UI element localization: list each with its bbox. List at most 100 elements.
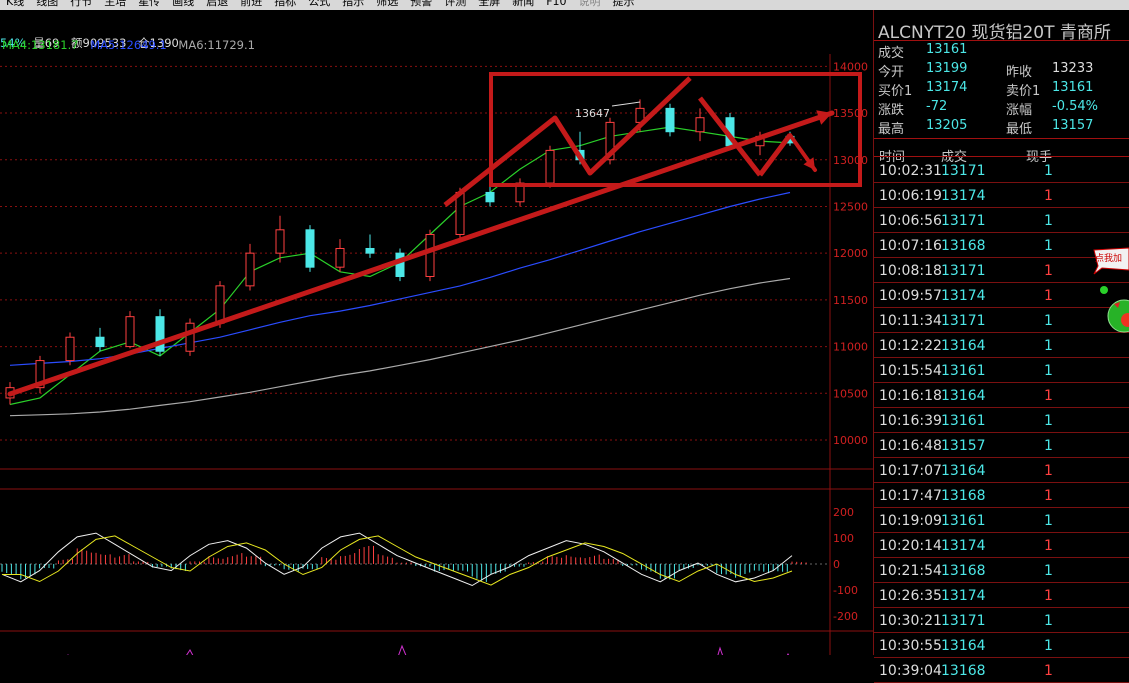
- table-row: 10:30:21 13171 1: [874, 608, 1129, 633]
- trade-time: 10:30:21: [879, 613, 942, 629]
- candle-body: [365, 247, 375, 254]
- menu-item[interactable]: 指示: [336, 0, 370, 8]
- trade-time: 10:16:18: [879, 388, 942, 404]
- price-tick-label: 10500: [833, 387, 868, 400]
- price-tick-label: 11000: [833, 341, 868, 354]
- trade-time: 10:16:39: [879, 413, 942, 429]
- trade-time: 10:11:34: [879, 313, 942, 329]
- table-row: 10:16:39 13161 1: [874, 408, 1129, 433]
- trend-arrow-main: [7, 110, 835, 397]
- trade-qty: 1: [1044, 438, 1053, 454]
- trade-qty: 1: [1044, 463, 1053, 479]
- candle-body: [485, 191, 495, 203]
- candle-body: [395, 252, 405, 278]
- quote-value: 13157: [1052, 118, 1094, 133]
- menu-item[interactable]: 全屏: [472, 0, 506, 8]
- table-row: 10:26:35 13174 1: [874, 583, 1129, 608]
- price-tick-label: 12000: [833, 247, 868, 260]
- table-row: 10:15:54 13161 1: [874, 358, 1129, 383]
- table-row: 10:16:48 13157 1: [874, 433, 1129, 458]
- menu-item[interactable]: 星传: [132, 0, 166, 8]
- menu-item[interactable]: 主培: [98, 0, 132, 8]
- table-row: 10:06:19 13174 1: [874, 183, 1129, 208]
- macd-tick-label: -100: [833, 584, 858, 597]
- price-tick-label: 10000: [833, 434, 868, 447]
- trade-qty: 1: [1044, 313, 1053, 329]
- macd-tick-label: -200: [833, 610, 858, 623]
- quote-row: 涨跌 -72 涨幅 -0.54%: [876, 97, 1129, 118]
- trade-qty: 1: [1044, 263, 1053, 279]
- candle-body: [125, 316, 135, 348]
- peak-pointer: [611, 101, 641, 107]
- table-row: 10:39:04 13168 1: [874, 658, 1129, 683]
- chart-area[interactable]: 14000 13500 13000 12500 12000 11500 11000 10500…: [0, 10, 873, 666]
- menu-item[interactable]: K线: [0, 0, 30, 8]
- trade-time: 10:12:22: [879, 338, 942, 354]
- trade-time: 10:17:47: [879, 488, 942, 504]
- candle-body: [95, 336, 105, 348]
- trade-price: 13168: [941, 663, 986, 679]
- menu-item[interactable]: 行节: [64, 0, 98, 8]
- trade-price: 13157: [941, 438, 986, 454]
- trade-time: 10:26:35: [879, 588, 942, 604]
- quote-value: 13174: [926, 80, 968, 95]
- trade-price: 13164: [941, 638, 986, 654]
- trade-qty: 1: [1044, 588, 1053, 604]
- quote-value: 13161: [926, 42, 968, 57]
- menu-item[interactable]: 说明: [573, 0, 607, 8]
- candle-body: [425, 233, 435, 278]
- menu-item[interactable]: 新闻: [506, 0, 540, 8]
- trade-time: 10:20:14: [879, 538, 942, 554]
- price-tick-label: 13000: [833, 154, 868, 167]
- promo-popup[interactable]: 点我加: [1090, 244, 1129, 334]
- menu-item[interactable]: 评测: [438, 0, 472, 8]
- quote-row: 最高 13205 最低 13157: [876, 116, 1129, 137]
- trade-qty: 1: [1044, 663, 1053, 679]
- trade-price: 13161: [941, 513, 986, 529]
- trade-price: 13171: [941, 313, 986, 329]
- macd-tick-label: 200: [833, 506, 854, 519]
- trade-qty: 1: [1044, 163, 1053, 179]
- trade-qty: 1: [1044, 563, 1053, 579]
- price-tick-label: 14000: [833, 60, 868, 73]
- menu-items: K线 线图 行节 主培 星传 画线 启退 前进 指标 公式 指示 筛选 预警 评测 全屏 新闻 F10 说明 提示: [0, 0, 641, 8]
- menu-item[interactable]: 筛选: [370, 0, 404, 8]
- menu-item[interactable]: 启退: [200, 0, 234, 8]
- quote-row: 今开 13199 昨收 13233: [876, 59, 1129, 80]
- quote-label: 最低: [1006, 122, 1033, 137]
- menu-item[interactable]: 公式: [302, 0, 336, 8]
- candle-body: [215, 285, 225, 324]
- menu-item[interactable]: 指标: [268, 0, 302, 8]
- quote-label: 最高: [878, 122, 905, 137]
- menu-item[interactable]: 提示: [607, 0, 641, 8]
- header-divider: [874, 156, 1129, 157]
- trade-time: 10:06:56: [879, 213, 942, 229]
- menu-item[interactable]: 线图: [30, 0, 64, 8]
- menu-item[interactable]: 前进: [234, 0, 268, 8]
- candle-body: [335, 247, 345, 268]
- table-row: 10:17:07 13164 1: [874, 458, 1129, 483]
- menu-item[interactable]: F10: [540, 0, 572, 8]
- candle-body: [695, 117, 705, 133]
- candle-body: [275, 229, 285, 254]
- menu-item[interactable]: 预警: [404, 0, 438, 8]
- trades-list[interactable]: 10:02:31 13171 1 10:06:19 13174 1 10:06:56 1317…: [874, 158, 1129, 683]
- ma-infobar: MA4:13181.7 MA5:12649.1 MA6:11729.1: [2, 38, 263, 56]
- price-tick-label: 11500: [833, 294, 868, 307]
- candle-body: [545, 149, 555, 184]
- trade-price: 13168: [941, 563, 986, 579]
- candle-body: [305, 229, 315, 268]
- trade-time: 10:09:57: [879, 288, 942, 304]
- trade-price: 13164: [941, 463, 986, 479]
- table-row: 10:06:56 13171 1: [874, 208, 1129, 233]
- candle-body: [455, 191, 465, 235]
- trade-time: 10:02:31: [879, 163, 942, 179]
- ma6-label: MA6:11729.1: [178, 38, 255, 52]
- ma4-label: MA4:13181.7: [2, 38, 79, 52]
- table-row: 10:19:09 13161 1: [874, 508, 1129, 533]
- kline-chart[interactable]: 14000 13500 13000 12500 12000 11500 11000 10500…: [0, 10, 873, 666]
- table-row: 10:30:55 13164 1: [874, 633, 1129, 658]
- trade-qty: 1: [1044, 363, 1053, 379]
- trade-price: 13171: [941, 613, 986, 629]
- menu-item[interactable]: 画线: [166, 0, 200, 8]
